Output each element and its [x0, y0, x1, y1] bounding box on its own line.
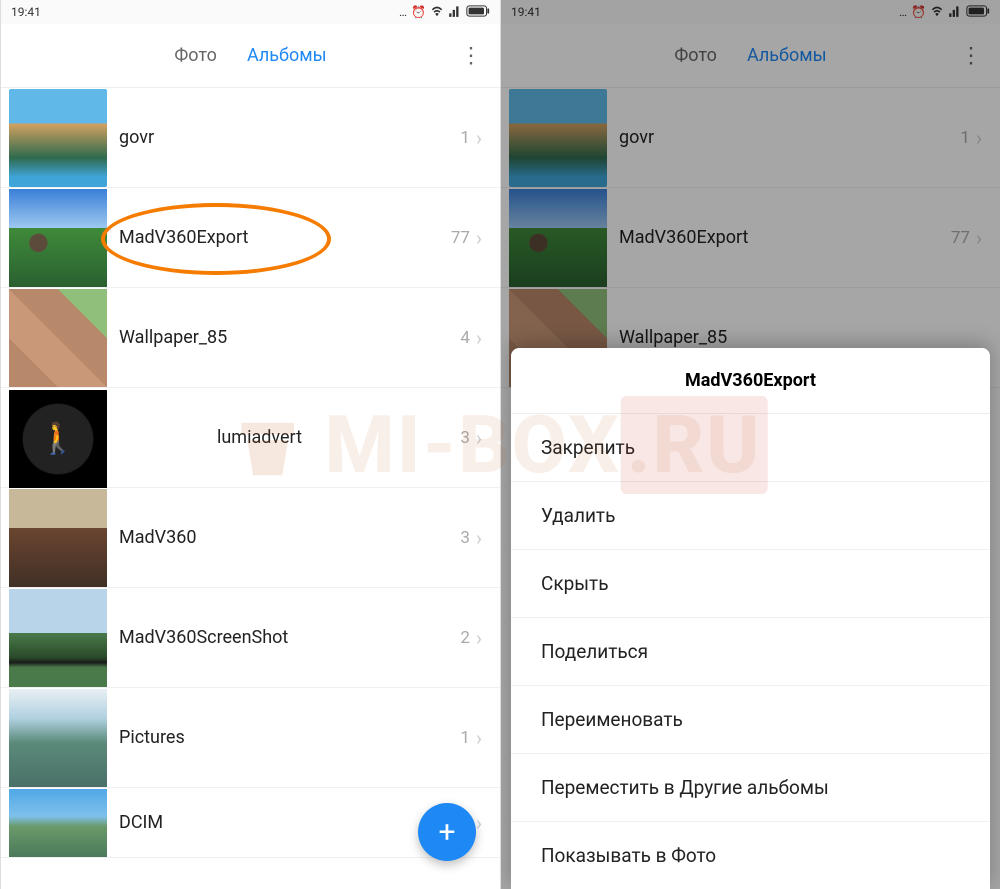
- album-row[interactable]: MadV360Export 77 ›: [1, 188, 500, 288]
- album-thumbnail: [9, 489, 107, 587]
- album-thumbnail: [9, 390, 107, 488]
- menu-move[interactable]: Переместить в Другие альбомы: [511, 754, 990, 822]
- albums-list: govr 1 › MadV360Export 77 › Wallpaper_85…: [1, 88, 500, 889]
- album-count: 4: [460, 328, 470, 348]
- album-name: Wallpaper_85: [119, 327, 460, 348]
- chevron-right-icon: ›: [476, 626, 482, 650]
- album-name: lumiadvert: [217, 427, 460, 448]
- album-row[interactable]: MadV360ScreenShot 2 ›: [1, 588, 500, 688]
- album-thumbnail: [9, 89, 107, 187]
- dots-icon: …: [399, 5, 407, 19]
- album-row[interactable]: Wallpaper_85 4 ›: [1, 288, 500, 388]
- album-count: 3: [460, 528, 470, 548]
- signal-icon: [448, 4, 462, 21]
- sheet-title: MadV360Export: [511, 348, 990, 414]
- menu-rename[interactable]: Переименовать: [511, 686, 990, 754]
- album-thumbnail: [9, 189, 107, 287]
- album-thumbnail: [9, 589, 107, 687]
- album-thumbnail: [9, 689, 107, 787]
- album-thumbnail: [9, 289, 107, 387]
- menu-share[interactable]: Поделиться: [511, 618, 990, 686]
- menu-hide[interactable]: Скрыть: [511, 550, 990, 618]
- menu-delete[interactable]: Удалить: [511, 482, 990, 550]
- album-count: 1: [460, 128, 470, 148]
- album-row[interactable]: MadV360 3 ›: [1, 488, 500, 588]
- chevron-right-icon: ›: [476, 326, 482, 350]
- plus-icon: +: [438, 815, 455, 850]
- album-count: 77: [451, 228, 470, 248]
- album-name: Pictures: [119, 727, 460, 748]
- menu-pin[interactable]: Закрепить: [511, 414, 990, 482]
- chevron-right-icon: ›: [476, 426, 482, 450]
- album-count: 3: [460, 428, 470, 448]
- album-name: MadV360: [119, 527, 460, 548]
- album-row[interactable]: lumiadvert 3 ›: [1, 388, 500, 488]
- chevron-right-icon: ›: [476, 126, 482, 150]
- context-menu-sheet: MadV360Export Закрепить Удалить Скрыть П…: [511, 348, 990, 889]
- chevron-right-icon: ›: [476, 811, 482, 835]
- album-count: 1: [460, 728, 470, 748]
- phone-right: 19:41 … ⏰ Фото Альбомы ⋮ govr 1: [500, 0, 1000, 889]
- chevron-right-icon: ›: [476, 526, 482, 550]
- album-name: govr: [119, 127, 460, 148]
- gallery-header: Фото Альбомы ⋮: [1, 24, 500, 88]
- tab-albums[interactable]: Альбомы: [247, 41, 327, 70]
- chevron-right-icon: ›: [476, 726, 482, 750]
- overflow-menu-icon[interactable]: ⋮: [460, 43, 482, 68]
- status-icons: … ⏰: [399, 4, 490, 21]
- wifi-icon: [430, 4, 444, 21]
- chevron-right-icon: ›: [476, 226, 482, 250]
- alarm-icon: ⏰: [411, 5, 426, 19]
- tab-photos[interactable]: Фото: [174, 41, 217, 70]
- album-name: MadV360Export: [119, 227, 451, 248]
- album-name: MadV360ScreenShot: [119, 627, 460, 648]
- album-row[interactable]: govr 1 ›: [1, 88, 500, 188]
- battery-icon: [466, 5, 490, 20]
- phone-left: 19:41 … ⏰ Фото Альбомы ⋮ govr 1: [0, 0, 500, 889]
- add-album-fab[interactable]: +: [418, 803, 476, 861]
- status-bar: 19:41 … ⏰: [1, 0, 500, 24]
- status-time: 19:41: [11, 5, 41, 19]
- album-count: 2: [460, 628, 470, 648]
- album-thumbnail: [9, 789, 107, 857]
- album-row[interactable]: Pictures 1 ›: [1, 688, 500, 788]
- menu-show-in-photos[interactable]: Показывать в Фото: [511, 822, 990, 889]
